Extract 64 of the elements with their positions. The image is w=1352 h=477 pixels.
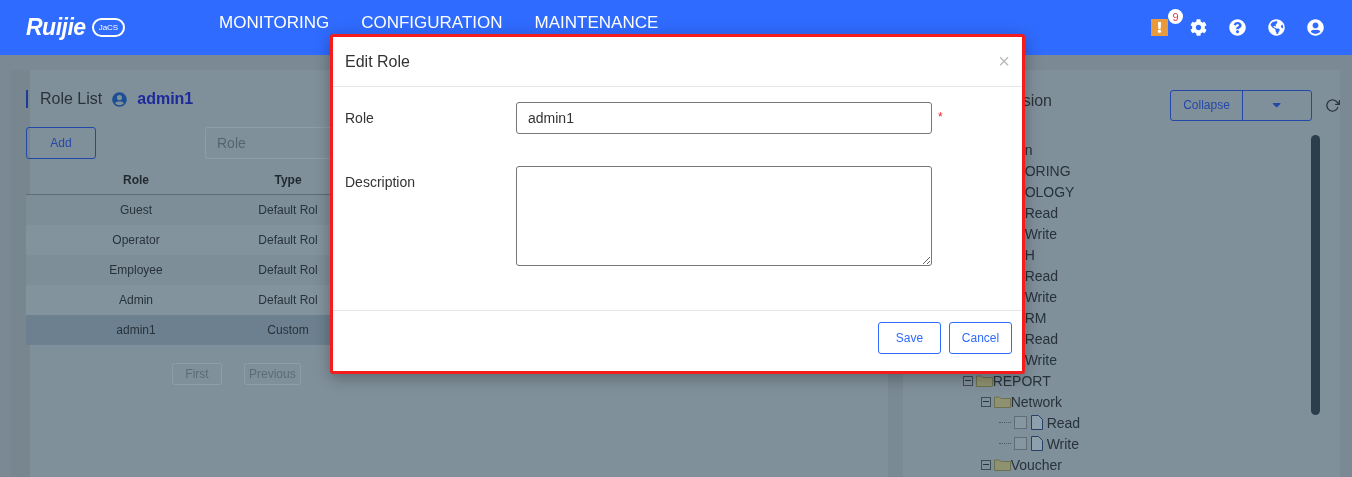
table-cell-text: Default Rol [257, 203, 319, 217]
table-cell-text: Default Rol [257, 293, 319, 307]
text-area[interactable] [516, 166, 932, 266]
alert-button[interactable] [1151, 19, 1168, 36]
input-field[interactable]: admin1 [516, 102, 932, 134]
tree-label[interactable]: RM [1024, 309, 1047, 326]
settings-icon[interactable] [1190, 19, 1207, 36]
tree-label[interactable]: REPORT [992, 372, 1051, 389]
tree-label[interactable]: Read [1024, 267, 1059, 284]
alert-count-badge: 9 [1168, 9, 1183, 24]
tree-label[interactable]: H [1024, 246, 1035, 263]
refresh-icon[interactable] [1325, 97, 1340, 113]
field-label: Description [345, 173, 417, 190]
collapse-toggle[interactable] [980, 459, 991, 470]
checkbox[interactable] [1013, 437, 1027, 450]
table-cell-text: Admin [118, 293, 154, 307]
table-row[interactable]: admin1 Custom [26, 315, 330, 345]
globe-icon[interactable] [1268, 19, 1285, 36]
help-icon[interactable] [1229, 19, 1246, 36]
tree-label[interactable]: Read [1024, 204, 1059, 221]
required-mark: * [938, 109, 943, 124]
tree-label[interactable]: n [1024, 141, 1033, 158]
column-header: Role [122, 172, 150, 187]
user-icon [112, 91, 128, 107]
table-cell-text: Custom [266, 323, 310, 337]
tree-label[interactable]: OLOGY [1024, 183, 1075, 200]
nav-item[interactable]: MONITORING [219, 13, 330, 32]
tree-label[interactable]: Voucher [1010, 456, 1062, 473]
table-cell-text: Employee [108, 263, 164, 277]
panel-title: Role List [26, 90, 103, 108]
tree-label[interactable]: Write [1024, 288, 1058, 305]
add-button[interactable]: Add [26, 127, 96, 159]
column-header: Type [273, 172, 303, 187]
table-cell-text: Operator [111, 233, 161, 247]
collapse-toggle[interactable] [962, 375, 973, 386]
scrollbar[interactable] [1310, 135, 1320, 415]
tree-label[interactable]: ORING [1024, 162, 1071, 179]
nav-item[interactable]: CONFIGURATION [361, 13, 503, 32]
table-cell-text: Default Rol [257, 263, 319, 277]
tree-label[interactable]: Read [1024, 330, 1059, 347]
tree-label[interactable]: Write [1024, 225, 1058, 242]
cloud-logo: JaCS [91, 18, 126, 37]
tree-label[interactable]: Write [1024, 351, 1058, 368]
folder-icon [993, 395, 1011, 408]
dialog-title: Edit Role [345, 52, 410, 71]
table-cell-text: Guest [119, 203, 153, 217]
tree-label[interactable]: Network [1010, 393, 1062, 410]
file-icon [1030, 415, 1043, 430]
table-cell-text: admin1 [115, 323, 157, 337]
user-icon[interactable] [1307, 19, 1324, 36]
tree-label[interactable]: Write [1046, 435, 1080, 452]
logo: Ruijie [26, 14, 86, 41]
tree-label[interactable]: Read [1046, 414, 1081, 431]
table-cell-text: Default Rol [257, 233, 319, 247]
user-name: admin1 [137, 90, 194, 108]
save-button[interactable]: Save [878, 322, 941, 354]
folder-icon [993, 458, 1011, 471]
nav-item[interactable]: MAINTENANCE [534, 13, 659, 32]
cancel-button[interactable]: Cancel [949, 322, 1012, 354]
collapse-toggle[interactable] [980, 396, 991, 407]
checkbox[interactable] [1013, 416, 1027, 429]
file-icon [1030, 436, 1043, 451]
collapse-button[interactable]: Collapse [1171, 90, 1243, 120]
field-label: Role [345, 109, 375, 126]
